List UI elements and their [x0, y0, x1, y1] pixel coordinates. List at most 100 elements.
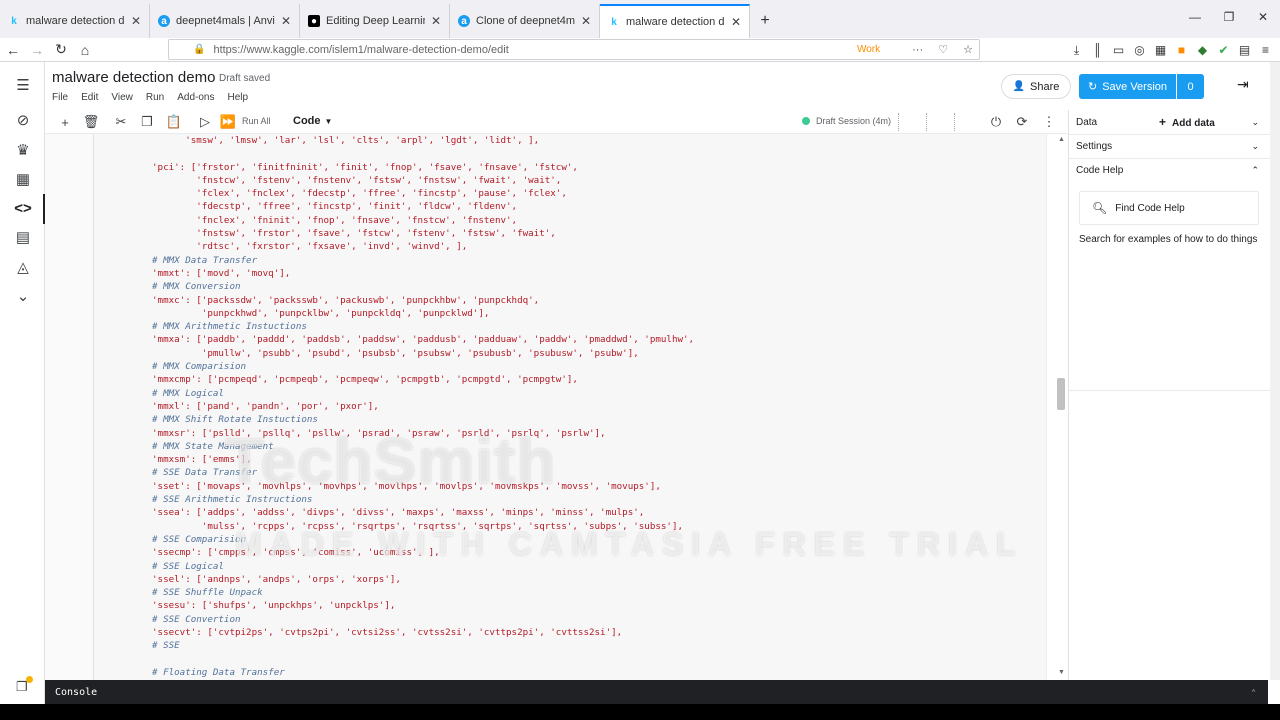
data-section-header[interactable]: Data + Add data ⌄	[1069, 110, 1271, 135]
code-line[interactable]: 'fnclex', 'fninit', 'fnop', 'fnsave', 'f…	[152, 214, 694, 227]
code-line[interactable]: 'mmxt': ['movd', 'movq'],	[152, 267, 694, 280]
menu-run[interactable]: Run	[146, 92, 164, 103]
discussion-icon[interactable]: ▤	[10, 224, 36, 250]
code-line[interactable]: 'mmxcmp': ['pcmpeqd', 'pcmpeqb', 'pcmpeq…	[152, 373, 694, 386]
more-actions-icon[interactable]: ···	[912, 44, 923, 56]
code-line[interactable]: 'pmullw', 'psubb', 'psubd', 'psubsb', 'p…	[152, 347, 694, 360]
scroll-down-icon[interactable]: ▼	[1058, 669, 1065, 676]
editor-scroll-thumb[interactable]	[1057, 378, 1065, 410]
paste-icon[interactable]: 📋	[164, 113, 184, 131]
chevron-down-icon[interactable]: ⌄	[10, 283, 36, 309]
school-icon[interactable]: ◬	[10, 254, 36, 280]
extensions-icon[interactable]: ▦	[1150, 43, 1171, 57]
trophy-icon[interactable]: ♛	[10, 137, 36, 163]
download-icon[interactable]: ⤓	[1066, 43, 1087, 58]
session-status[interactable]: Draft Session (4m)	[802, 116, 891, 126]
code-line[interactable]: 'mmxc': ['packssdw', 'packsswb', 'packus…	[152, 294, 694, 307]
run-all-icon[interactable]: ⏩	[218, 113, 238, 131]
code-line[interactable]	[152, 147, 694, 160]
add-cell-icon[interactable]: +	[55, 113, 75, 131]
back-arrow-icon[interactable]: ←	[2, 39, 24, 61]
menu-file[interactable]: File	[52, 92, 68, 103]
code-line[interactable]: 'fnstsw', 'frstor', 'fsave', 'fstcw', 'f…	[152, 227, 694, 240]
menu-view[interactable]: View	[111, 92, 133, 103]
scroll-up-icon[interactable]: ▲	[1058, 136, 1065, 143]
notebook-title[interactable]: malware detection demo	[52, 69, 215, 86]
code-comment-line[interactable]: # SSE Convertion	[152, 613, 694, 626]
maximize-icon[interactable]: ❐	[1212, 0, 1246, 34]
compass-icon[interactable]: ⊘	[10, 107, 36, 133]
code-line[interactable]	[152, 653, 694, 666]
close-icon[interactable]: ✕	[581, 14, 591, 28]
copy-icon[interactable]: ❐	[137, 113, 157, 131]
more-vert-icon[interactable]: ⋮	[1039, 113, 1059, 131]
browser-tab-4[interactable]: a Clone of deepnet4mals (2) | An ✕	[450, 4, 600, 38]
close-icon[interactable]: ✕	[731, 15, 741, 29]
sidebar-icon[interactable]: ▭	[1108, 43, 1129, 57]
code-line[interactable]: 'mmxl': ['pand', 'pandn', 'por', 'pxor']…	[152, 400, 694, 413]
minimize-icon[interactable]: —	[1178, 0, 1212, 34]
settings-section-header[interactable]: Settings ⌄	[1069, 134, 1271, 159]
code-comment-line[interactable]: # MMX Logical	[152, 387, 694, 400]
code-line[interactable]: 'ssea': ['addps', 'addss', 'divps', 'div…	[152, 506, 694, 519]
code-help-section-header[interactable]: Code Help ⌃	[1069, 158, 1271, 183]
account-icon[interactable]: ◎	[1129, 43, 1150, 57]
menu-icon[interactable]: ≡	[1255, 43, 1276, 57]
run-all-label[interactable]: Run All	[242, 116, 271, 126]
code-comment-line[interactable]: # MMX Data Transfer	[152, 254, 694, 267]
library-icon[interactable]: ║	[1087, 43, 1108, 57]
cut-icon[interactable]: ✂	[111, 113, 131, 131]
restart-icon[interactable]: ⟳	[1012, 113, 1032, 131]
code-line[interactable]: 'fclex', 'fnclex', 'fdecstp', 'ffree', '…	[152, 187, 694, 200]
code-comment-line[interactable]: # MMX Arithmetic Instuctions	[152, 320, 694, 333]
code-comment-line[interactable]: # SSE Shuffle Unpack	[152, 586, 694, 599]
browser-tab-3[interactable]: ● Editing Deep Learning Based M ✕	[300, 4, 450, 38]
pocket-icon[interactable]: ♡	[938, 44, 948, 56]
extension-green-icon[interactable]: ✔	[1213, 43, 1234, 57]
find-code-help-input[interactable]: 🔍︎ Find Code Help	[1079, 191, 1259, 225]
browser-tab-1[interactable]: k malware detection demo | Kag ✕	[0, 4, 150, 38]
code-line[interactable]: 'punpckhwd', 'punpcklbw', 'punpckldq', '…	[152, 307, 694, 320]
bookmark-star-icon[interactable]: ☆	[963, 44, 973, 56]
code-editor[interactable]: 'smsw', 'lmsw', 'lar', 'lsl', 'clts', 'a…	[45, 134, 1068, 680]
extension-doc-icon[interactable]: ▤	[1234, 43, 1255, 57]
power-icon[interactable]: ⏻	[986, 113, 1006, 131]
code-line[interactable]: 'mmxa': ['paddb', 'paddd', 'paddsb', 'pa…	[152, 333, 694, 346]
code-comment-line[interactable]: # Floating Data Transfer	[152, 666, 694, 679]
code-line[interactable]: 'ssesu': ['shufps', 'unpckhps', 'unpcklp…	[152, 599, 694, 612]
reload-icon[interactable]: ↻	[50, 39, 72, 61]
url-bar[interactable]: 🔒 https://www.kaggle.com/islem1/malware-…	[168, 39, 980, 60]
code-line[interactable]: 'pci': ['frstor', 'finitfninit', 'finit'…	[152, 161, 694, 174]
menu-edit[interactable]: Edit	[81, 92, 98, 103]
code-comment-line[interactable]: # SSE	[152, 639, 694, 652]
close-window-icon[interactable]: ✕	[1246, 0, 1280, 34]
add-data-button[interactable]: + Add data	[1159, 115, 1215, 129]
code-line[interactable]: 'ssel': ['andnps', 'andps', 'orps', 'xor…	[152, 573, 694, 586]
table-icon[interactable]: ▦	[10, 166, 36, 192]
browser-tab-2[interactable]: a deepnet4mals | Anvil ✕	[150, 4, 300, 38]
new-tab-button[interactable]: +	[750, 4, 780, 38]
code-line[interactable]: 'rdtsc', 'fxrstor', 'fxsave', 'invd', 'w…	[152, 240, 694, 253]
close-icon[interactable]: ✕	[131, 14, 141, 28]
code-icon[interactable]: <>	[10, 195, 36, 221]
save-version-button[interactable]: ↻ Save Version	[1079, 74, 1176, 99]
hamburger-menu-icon[interactable]: ☰	[10, 72, 36, 98]
extension-shield-icon[interactable]: ◆	[1192, 43, 1213, 57]
browser-tab-5[interactable]: k malware detection demo | Kag ✕	[600, 4, 750, 38]
code-line[interactable]: 'ssecvt': ['cvtpi2ps', 'cvtps2pi', 'cvts…	[152, 626, 694, 639]
chevron-up-icon[interactable]: ⌃	[1251, 688, 1256, 697]
menu-add-ons[interactable]: Add-ons	[177, 92, 214, 103]
code-comment-line[interactable]: # MMX Comparision	[152, 360, 694, 373]
run-cell-icon[interactable]: ▷	[195, 113, 215, 131]
forward-arrow-icon[interactable]: →	[26, 39, 48, 61]
page-scrollbar[interactable]	[1270, 62, 1280, 680]
console-bar[interactable]: Console ⌃	[45, 680, 1268, 704]
cell-type-dropdown[interactable]: Code ▼	[293, 115, 332, 127]
collapse-panel-icon[interactable]: ⇥	[1237, 76, 1249, 93]
home-icon[interactable]: ⌂	[74, 39, 96, 61]
version-count-button[interactable]: 0	[1177, 74, 1204, 99]
close-icon[interactable]: ✕	[431, 14, 441, 28]
close-icon[interactable]: ✕	[281, 14, 291, 28]
extension-orange-icon[interactable]: ■	[1171, 43, 1192, 57]
code-line[interactable]: 'smsw', 'lmsw', 'lar', 'lsl', 'clts', 'a…	[152, 134, 694, 147]
